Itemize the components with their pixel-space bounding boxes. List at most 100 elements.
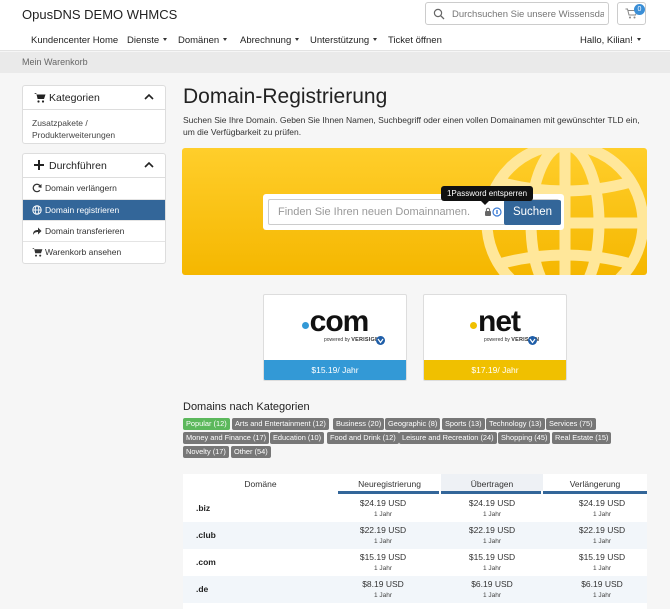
sidebar-item-label: Domain transferieren — [45, 226, 125, 236]
period: 1 Jahr — [482, 538, 502, 545]
search-input[interactable] — [452, 7, 604, 21]
category-tag[interactable]: Sports (13) — [442, 418, 485, 430]
period: 1 Jahr — [592, 565, 612, 572]
category-tag[interactable]: Education (10) — [270, 432, 325, 444]
domain-tld: .club — [196, 530, 216, 540]
main-nav: Kundencenter Home Dienste Domänen Abrech… — [0, 30, 670, 51]
tld-card-net[interactable]: net powered by VERISIGN $17.19/ Jahr — [423, 294, 567, 381]
nav-label: Kundencenter Home — [31, 35, 119, 46]
category-tag[interactable]: Leisure and Recreation (24) — [399, 432, 497, 444]
verisign-brand: VERISIGN — [351, 337, 380, 343]
plus-icon — [34, 160, 44, 170]
period: 1 Jahr — [373, 592, 393, 599]
category-tag[interactable]: Real Estate (15) — [552, 432, 612, 444]
domain-search-button[interactable]: Suchen — [504, 200, 561, 225]
category-tag-popular[interactable]: Popular (12) — [183, 418, 230, 430]
category-tag[interactable]: Geographic (8) — [385, 418, 441, 430]
domain-tld: .de — [196, 584, 209, 594]
price-register: $8.19 USD — [362, 579, 404, 589]
panel-header[interactable]: Kategorien — [23, 86, 165, 110]
caret-down-icon — [223, 38, 228, 41]
caret-down-icon — [636, 38, 641, 41]
breadcrumb-item[interactable]: Mein Warenkorb — [22, 57, 88, 67]
brand-logo[interactable]: OpusDNS DEMO WHMCS — [22, 7, 177, 22]
share-arrow-icon — [33, 227, 42, 235]
column-underline — [543, 491, 647, 494]
price-register: $22.19 USD — [359, 525, 407, 535]
cart-icon — [32, 248, 43, 257]
category-tag[interactable]: Technology (13) — [486, 418, 545, 430]
chevron-up-icon[interactable] — [144, 161, 154, 168]
price-transfer: $24.19 USD — [468, 498, 516, 508]
tld-logo-net: net — [424, 305, 566, 339]
domain-search-hero: Finden Sie Ihren neuen Domainnamen. Such… — [182, 148, 647, 275]
panel-title: Durchführen — [49, 160, 107, 172]
pricing-table: Domäne Neuregistrierung Übertragen Verlä… — [183, 474, 647, 609]
table-row: .de $8.19 USD 1 Jahr $6.19 USD 1 Jahr $6.1… — [183, 576, 647, 603]
search-icon — [433, 8, 445, 20]
price-renew: $6.19 USD — [581, 579, 623, 589]
top-bar: OpusDNS DEMO WHMCS 0 — [0, 0, 670, 30]
sidebar-item-register[interactable]: Domain registrieren — [23, 199, 165, 220]
password-manager-icon[interactable] — [484, 207, 504, 217]
powered-by-label: powered by VERISIGN — [324, 337, 379, 343]
nav-services[interactable]: Dienste — [127, 35, 168, 46]
user-greeting: Hallo, Kilian! — [580, 35, 633, 46]
nav-open-ticket[interactable]: Ticket öffnen — [388, 35, 442, 46]
verisign-check-icon — [528, 336, 537, 345]
category-tag[interactable]: Services (75) — [546, 418, 596, 430]
nav-label: Ticket öffnen — [388, 35, 442, 46]
sidebar-item-view-cart[interactable]: Warenkorb ansehen — [23, 241, 165, 262]
sidebar-item-transfer[interactable]: Domain transferieren — [23, 220, 165, 241]
domain-tld: .com — [196, 557, 216, 567]
password-manager-tooltip: 1Password entsperren — [441, 186, 533, 205]
nav-billing[interactable]: Abrechnung — [240, 35, 300, 46]
nav-support[interactable]: Unterstützung — [310, 35, 378, 46]
column-header-domain[interactable]: Domäne — [183, 474, 338, 494]
nav-domains[interactable]: Domänen — [178, 35, 228, 46]
period: 1 Jahr — [482, 565, 502, 572]
category-tag[interactable]: Business (20) — [333, 418, 385, 430]
table-row: .club $22.19 USD 1 Jahr $22.19 USD 1 Jahr … — [183, 522, 647, 549]
category-tag[interactable]: Money and Finance (17) — [183, 432, 270, 444]
nav-user-menu[interactable]: Hallo, Kilian! — [580, 35, 641, 46]
category-tag[interactable]: Novelty (17) — [183, 446, 229, 458]
categories-title: Domains nach Kategorien — [183, 401, 310, 413]
caret-down-icon — [163, 38, 168, 41]
caret-down-icon — [295, 38, 300, 41]
category-tag[interactable]: Food and Drink (12) — [327, 432, 399, 444]
price-transfer: $6.19 USD — [471, 579, 513, 589]
panel-header[interactable]: Durchführen — [23, 154, 165, 178]
tld-price-com: $15.19/ Jahr — [264, 360, 406, 380]
globe-icon — [32, 205, 42, 215]
sidebar-item-renew[interactable]: Domain verlängern — [23, 178, 165, 199]
domain-search-placeholder: Finden Sie Ihren neuen Domainnamen. — [278, 206, 471, 218]
dot-icon — [470, 322, 477, 329]
cart-icon — [34, 93, 46, 103]
cart-button[interactable]: 0 — [617, 2, 646, 25]
period: 1 Jahr — [373, 538, 393, 545]
period: 1 Jahr — [482, 511, 502, 518]
dot-icon — [301, 322, 309, 329]
breadcrumb: Mein Warenkorb — [0, 52, 670, 73]
table-row: .biz $24.19 USD 1 Jahr $24.19 USD 1 Jahr $… — [183, 495, 647, 522]
period: 1 Jahr — [592, 511, 612, 518]
tld-card-com[interactable]: com powered by VERISIGN $15.19/ Jahr — [263, 294, 407, 381]
nav-client-home[interactable]: Kundencenter Home — [31, 35, 118, 46]
actions-list: Domain verlängern Domain registrieren Do… — [23, 178, 165, 262]
chevron-up-icon[interactable] — [144, 93, 154, 100]
sidebar-actions-panel: Durchführen Domain verlängern Domain reg… — [22, 153, 166, 264]
price-renew: $15.19 USD — [578, 552, 626, 562]
category-tag[interactable]: Other (54) — [231, 446, 271, 458]
domain-tld: .biz — [196, 503, 211, 513]
period: 1 Jahr — [592, 538, 612, 545]
sidebar-item-label: Warenkorb ansehen — [45, 247, 122, 257]
price-renew: $22.19 USD — [578, 525, 626, 535]
powered-text: powered by — [484, 337, 510, 343]
knowledgebase-search[interactable] — [425, 2, 609, 25]
tld-price-net: $17.19/ Jahr — [424, 360, 566, 380]
category-tag[interactable]: Shopping (45) — [498, 432, 551, 444]
category-tag[interactable]: Arts and Entertainment (12) — [232, 418, 329, 430]
sidebar-category-addons[interactable]: Zusatzpakete / Produkterweiterungen — [23, 110, 165, 147]
column-underline — [338, 491, 439, 494]
